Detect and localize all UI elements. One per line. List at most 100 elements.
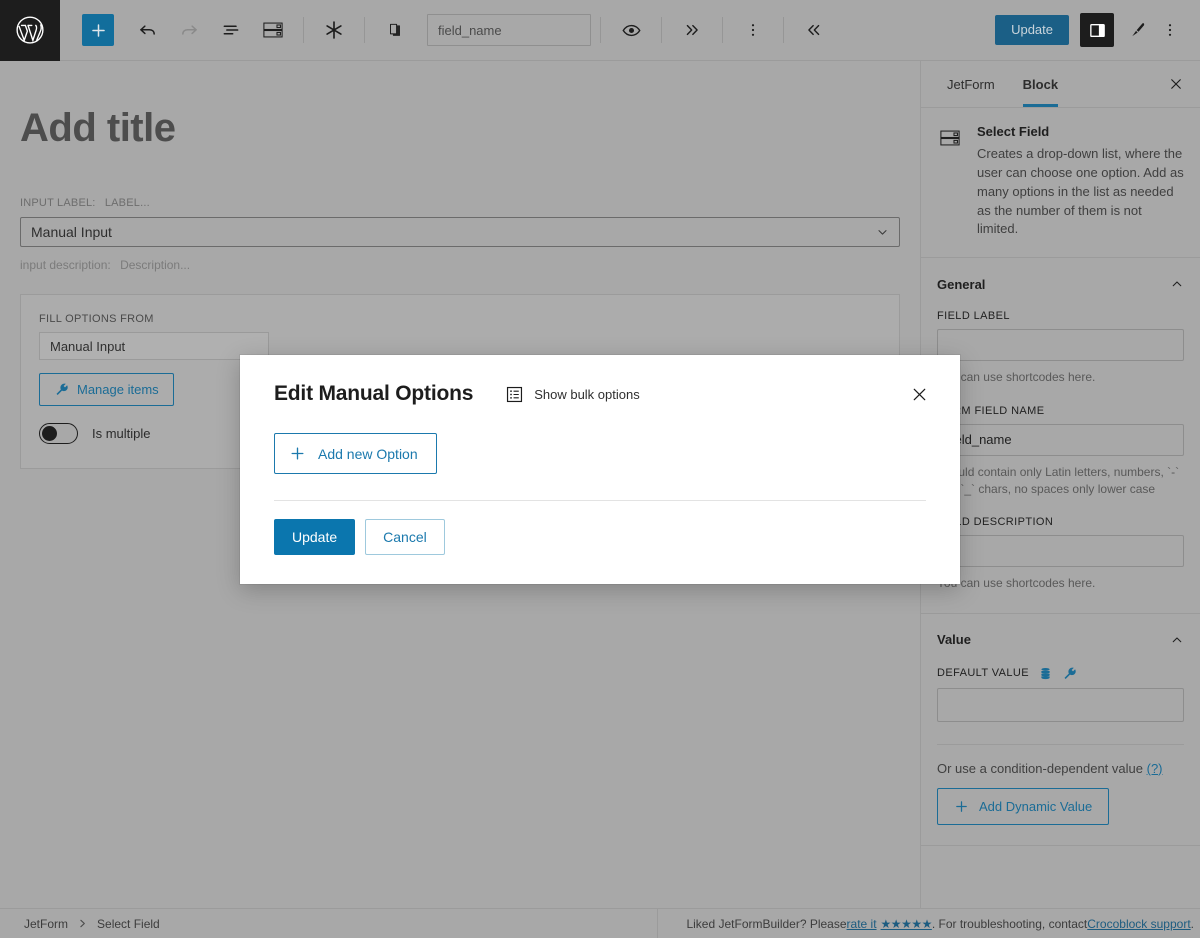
copy-pages-icon bbox=[385, 20, 405, 40]
input-description-placeholder[interactable]: Description... bbox=[120, 258, 190, 272]
select-field-block-preview[interactable]: INPUT LABEL: LABEL... Manual Input input… bbox=[0, 197, 920, 272]
credit-text-post: . bbox=[1191, 917, 1194, 931]
modal-cancel-button[interactable]: Cancel bbox=[365, 519, 445, 555]
next-page-button[interactable] bbox=[674, 12, 710, 48]
add-dynamic-value-button[interactable]: Add Dynamic Value bbox=[937, 788, 1109, 825]
plugin-credit-note: Liked JetFormBuilder? Please rate it ★★★… bbox=[657, 909, 1200, 938]
jetform-asterisk-button[interactable] bbox=[316, 12, 352, 48]
default-value-input[interactable] bbox=[937, 688, 1184, 722]
settings-sidebar-toggle[interactable] bbox=[1080, 13, 1114, 47]
field-label-input[interactable] bbox=[937, 329, 1184, 361]
form-field-name-label: FORM FIELD NAME bbox=[937, 405, 1184, 417]
add-new-option-label: Add new Option bbox=[318, 446, 418, 462]
field-name-input[interactable]: field_name bbox=[427, 14, 591, 46]
plus-icon bbox=[89, 21, 108, 40]
modal-footer: Update Cancel bbox=[240, 501, 960, 555]
editor-toolbar: field_name bbox=[0, 0, 1200, 61]
manage-items-label: Manage items bbox=[77, 382, 159, 397]
credit-text-pre: Liked JetFormBuilder? Please bbox=[686, 917, 846, 931]
condition-help-link[interactable]: (?) bbox=[1147, 761, 1163, 776]
field-description-input[interactable] bbox=[937, 535, 1184, 567]
section-general-body: FIELD LABEL You can use shortcodes here.… bbox=[921, 310, 1200, 613]
list-view-button[interactable] bbox=[213, 12, 249, 48]
wrench-icon[interactable] bbox=[1062, 666, 1077, 681]
add-block-button[interactable] bbox=[82, 14, 114, 46]
toolbar-divider bbox=[722, 17, 723, 43]
select-field-block-icon bbox=[937, 125, 963, 151]
is-multiple-toggle[interactable] bbox=[39, 423, 78, 444]
close-icon bbox=[910, 385, 929, 404]
rate-it-link[interactable]: rate it bbox=[847, 917, 877, 931]
more-tools-button[interactable] bbox=[735, 12, 771, 48]
field-label-row: INPUT LABEL: LABEL... bbox=[20, 197, 900, 209]
wrench-icon bbox=[54, 382, 69, 397]
breadcrumb: JetForm Select Field bbox=[0, 917, 160, 931]
form-field-name-help: Should contain only Latin letters, numbe… bbox=[937, 464, 1184, 499]
default-value-label: DEFAULT VALUE bbox=[937, 667, 1029, 679]
block-info-description: Creates a drop-down list, where the user… bbox=[977, 145, 1184, 239]
chevron-up-icon bbox=[1170, 633, 1184, 647]
redo-button[interactable] bbox=[171, 12, 207, 48]
chevron-double-right-icon bbox=[682, 20, 702, 40]
block-info: Select Field Creates a drop-down list, w… bbox=[921, 108, 1200, 258]
database-stack-icon[interactable] bbox=[1038, 666, 1053, 681]
input-label-placeholder[interactable]: LABEL... bbox=[105, 197, 150, 209]
preview-select-value: Manual Input bbox=[31, 224, 112, 240]
wordpress-logo-button[interactable] bbox=[0, 0, 60, 61]
editor-options-button[interactable] bbox=[1154, 13, 1186, 47]
plus-icon bbox=[289, 445, 306, 462]
field-description-help: You can use shortcodes here. bbox=[937, 575, 1184, 592]
form-field-name-input[interactable]: field_name bbox=[937, 424, 1184, 456]
modal-update-button[interactable]: Update bbox=[274, 519, 355, 555]
section-general-header[interactable]: General bbox=[921, 258, 1200, 310]
toolbar-divider bbox=[783, 17, 784, 43]
breadcrumb-item-jetform[interactable]: JetForm bbox=[24, 917, 68, 931]
field-label-label: FIELD LABEL bbox=[937, 310, 1184, 322]
breadcrumb-item-select-field[interactable]: Select Field bbox=[97, 917, 160, 931]
field-description-label: FIELD DESCRIPTION bbox=[937, 516, 1184, 528]
value-divider bbox=[937, 744, 1184, 745]
preview-button[interactable] bbox=[613, 12, 649, 48]
document-outline-icon bbox=[221, 20, 241, 40]
edit-manual-options-modal: Edit Manual Options Show bulk options bbox=[240, 355, 960, 584]
paint-brush-icon bbox=[1128, 20, 1148, 40]
show-bulk-options-button[interactable]: Show bulk options bbox=[505, 385, 640, 404]
page-title[interactable]: Add title bbox=[0, 61, 920, 151]
eye-icon bbox=[621, 20, 642, 41]
close-sidebar-button[interactable] bbox=[1156, 61, 1196, 107]
vertical-ellipsis-icon bbox=[1161, 21, 1179, 39]
toolbar-right-group: Update bbox=[995, 0, 1200, 61]
rating-stars[interactable]: ★★★★★ bbox=[881, 917, 932, 931]
settings-sidebar-icon bbox=[1088, 21, 1107, 40]
collapse-toolbar-button[interactable] bbox=[796, 12, 832, 48]
fill-options-from-value: Manual Input bbox=[50, 339, 125, 354]
undo-button[interactable] bbox=[129, 12, 165, 48]
block-type-button[interactable] bbox=[255, 12, 291, 48]
update-post-button[interactable]: Update bbox=[995, 15, 1069, 45]
toolbar-divider bbox=[600, 17, 601, 43]
preview-select-input[interactable]: Manual Input bbox=[20, 217, 900, 247]
input-label-prefix: INPUT LABEL: bbox=[20, 197, 96, 209]
modal-body: Add new Option bbox=[240, 433, 960, 474]
add-new-option-button[interactable]: Add new Option bbox=[274, 433, 437, 474]
section-general: General FIELD LABEL You can use shortcod… bbox=[921, 258, 1200, 614]
section-value-title: Value bbox=[937, 632, 971, 647]
tab-jetform[interactable]: JetForm bbox=[933, 61, 1009, 107]
section-value: Value DEFAULT VALUE bbox=[921, 614, 1200, 846]
vertical-ellipsis-icon bbox=[744, 21, 762, 39]
list-view-icon bbox=[505, 385, 524, 404]
crocoblock-support-link[interactable]: Crocoblock support bbox=[1087, 917, 1190, 931]
modal-title: Edit Manual Options bbox=[274, 382, 473, 406]
copy-pages-button[interactable] bbox=[377, 12, 413, 48]
toggle-knob bbox=[42, 426, 57, 441]
toolbar-divider bbox=[303, 17, 304, 43]
section-value-header[interactable]: Value bbox=[921, 614, 1200, 666]
modal-close-button[interactable] bbox=[904, 379, 934, 409]
tab-block[interactable]: Block bbox=[1009, 61, 1072, 107]
fill-options-from-select[interactable]: Manual Input bbox=[39, 332, 269, 360]
chevron-double-left-icon bbox=[804, 20, 824, 40]
manage-items-button[interactable]: Manage items bbox=[39, 373, 174, 406]
editor-status-bar: JetForm Select Field Liked JetFormBuilde… bbox=[0, 908, 1200, 938]
styles-button[interactable] bbox=[1122, 13, 1154, 47]
field-description-row: input description: Description... bbox=[20, 258, 900, 272]
